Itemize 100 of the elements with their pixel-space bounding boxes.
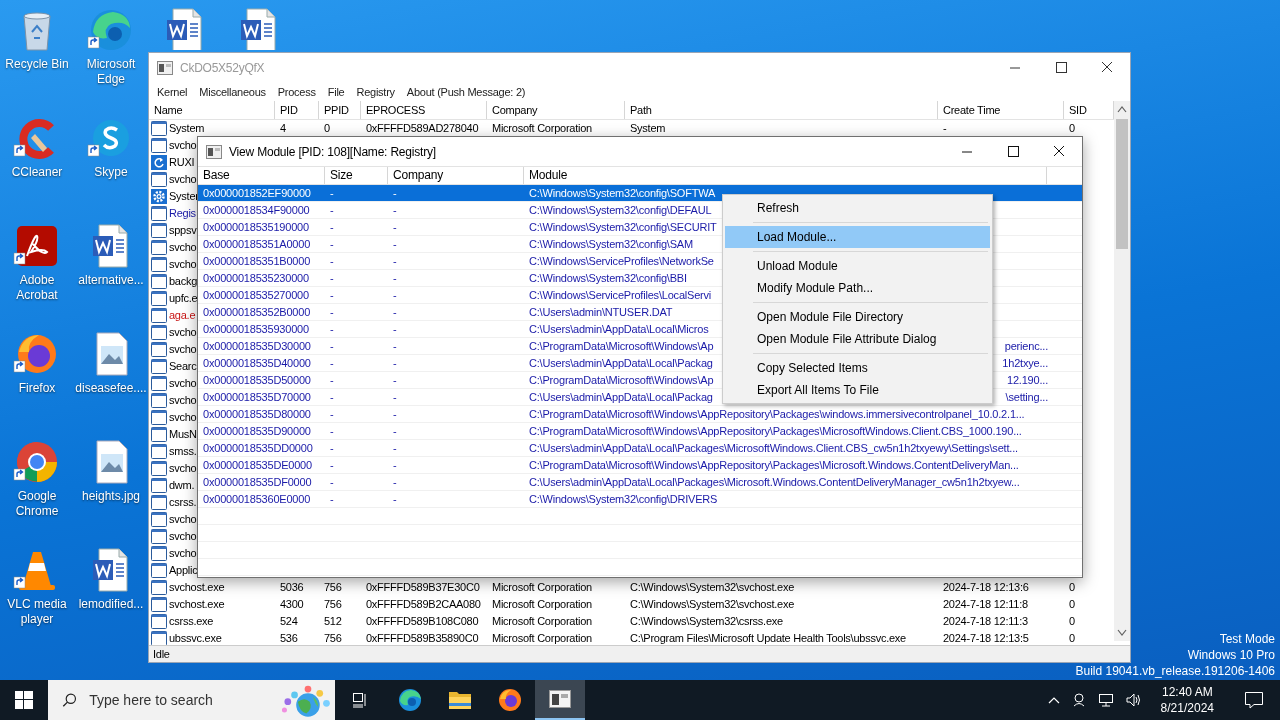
process-name: svcho: [169, 240, 197, 255]
icon-label: alternative...: [78, 273, 144, 288]
table-cell-text: 512: [323, 614, 343, 629]
process-name: sppsv: [169, 223, 197, 238]
table-cell-text: 0x0000018535DF0000: [202, 475, 313, 490]
window-icon: [151, 546, 167, 561]
process-name: csrss.exe: [169, 614, 214, 629]
process-name: System: [169, 121, 205, 136]
window-icon: [151, 206, 167, 221]
column-header[interactable]: Size: [325, 167, 388, 184]
table-cell-text: C:\Windows\System32\config\DEFAUL: [529, 203, 713, 218]
column-header[interactable]: Name: [149, 101, 275, 119]
menu-item[interactable]: Miscellaneous: [193, 85, 272, 98]
table-cell-text: -: [329, 271, 335, 286]
search-icon: [62, 691, 78, 709]
browser-icon[interactable]: [498, 688, 522, 712]
icon-label: Google Chrome: [14, 489, 60, 519]
table-cell-text: System: [629, 121, 667, 136]
browser-icon[interactable]: [398, 688, 422, 712]
table-cell-text: C:\Users\admin\AppData\Local\Micros: [529, 322, 710, 337]
search-field[interactable]: Type here to search: [48, 680, 335, 720]
table-cell-text: C:\Users\admin\AppData\Local\Packages\MicrosoftWindows.Client.CBS_cw5n1h2txyewy\Settings\sett...: [529, 441, 1019, 456]
column-header[interactable]: Company: [388, 167, 524, 184]
table-cell-text: 0x0000018535DD0000: [202, 441, 314, 456]
table-cell-text: 0: [1068, 631, 1076, 645]
table-cell-text: 0x0000018535190000: [202, 220, 310, 235]
table-cell-text: 1h2txye...: [1002, 356, 1049, 371]
table-cell-text: -: [329, 356, 335, 371]
table-cell-text: C:\Windows\System32\svchost.exe: [629, 597, 796, 612]
column-header[interactable]: EPROCESS: [361, 101, 487, 119]
process-name: MusN: [169, 427, 197, 442]
network-icon[interactable]: [1096, 692, 1115, 708]
speaker-icon[interactable]: [1124, 692, 1143, 708]
start-button[interactable]: [15, 691, 33, 709]
process-name: Regis: [169, 206, 196, 221]
column-header[interactable]: Base: [198, 167, 325, 184]
table-cell-text: Microsoft Corporation: [491, 597, 593, 612]
window-icon: [151, 495, 167, 510]
menu-item[interactable]: Process: [271, 85, 322, 98]
table-cell-text: \setting...: [1005, 390, 1049, 405]
module-row[interactable]: 0x0000018535DD0000 - - C:\Users\admin\AppData\Local\Packages\MicrosoftWindows.Client.CBS_cw5n1h2txyewy\Settings\sett...: [198, 440, 1082, 457]
table-cell-text: C:\Windows\System32\config\SAM: [529, 237, 694, 252]
column-header[interactable]: PPID: [319, 101, 361, 119]
table-cell-text: 0: [1068, 614, 1076, 629]
table-cell-text: Microsoft Corporation: [491, 121, 593, 136]
menu-item[interactable]: File: [321, 85, 351, 98]
module-row[interactable]: 0x0000018535DF0000 - - C:\Users\admin\AppData\Local\Packages\Microsoft.Windows.ContentDeliveryManager_cw5n1h2txyew...: [198, 474, 1082, 491]
table-cell-text: -: [392, 203, 398, 218]
table-cell-text: C:\Users\admin\AppData\Local\Packag: [529, 356, 714, 371]
app-window-icon[interactable]: [549, 690, 571, 708]
module-row[interactable]: 0x0000018535D90000 - - C:\ProgramData\Microsoft\Windows\AppRepository\Packages\MicrosoftWindows.Client.CBS_1000.190...: [198, 423, 1082, 440]
table-cell-text: 0x0000018535D50000: [202, 373, 312, 388]
window-icon: [151, 444, 167, 459]
system-watermark-text: Windows 10 Pro: [1187, 647, 1275, 663]
menu-item[interactable]: Kernel: [151, 85, 194, 98]
table-cell-text: 756: [323, 631, 343, 645]
table-cell-text: -: [392, 441, 398, 456]
column-header[interactable]: Module: [524, 167, 1047, 184]
table-cell-text: 0x00000185351A0000: [202, 237, 312, 252]
menu-item[interactable]: About (Push Message: 2): [400, 85, 532, 98]
table-cell-text: 0xFFFFD589B35890C0: [365, 631, 480, 645]
table-cell-text: Microsoft Corporation: [491, 631, 593, 645]
module-row[interactable]: 0x0000018535DE0000 - - C:\ProgramData\Microsoft\Windows\AppRepository\Packages\Microsoft.Windows.ContentDeliveryMan...: [198, 457, 1082, 474]
process-name: svcho: [169, 138, 197, 153]
table-cell-text: C:\Program Files\Microsoft Update Health Tools\ubssvc.exe: [629, 631, 907, 645]
table-cell-text: 0x0000018534F90000: [202, 203, 311, 218]
window-icon: [151, 257, 167, 272]
module-row[interactable]: 0x0000018535D80000 - - C:\ProgramData\Microsoft\Windows\AppRepository\Packages\windows.immersivecontrolpanel_10.0.2.1...: [198, 406, 1082, 423]
table-cell-text: 0x00000185351B0000: [202, 254, 312, 269]
table-cell-text: 0: [1068, 597, 1076, 612]
window-icon: [151, 614, 167, 629]
table-cell-text: -: [392, 254, 398, 269]
table-cell-text: 0x0000018535DE0000: [202, 458, 313, 473]
table-cell-text: -: [392, 475, 398, 490]
icon-label: Firefox: [18, 381, 56, 396]
column-header[interactable]: Create Time: [938, 101, 1064, 119]
notification-icon[interactable]: [1244, 691, 1264, 709]
table-cell-text: -: [392, 373, 398, 388]
column-header[interactable]: Path: [625, 101, 938, 119]
process-name: svcho: [169, 325, 197, 340]
menu-item[interactable]: Registry: [350, 85, 401, 98]
column-header[interactable]: Company: [487, 101, 625, 119]
folder-icon[interactable]: [448, 689, 472, 711]
table-cell-text: -: [392, 356, 398, 371]
app-icon: [157, 60, 173, 75]
window-icon: [151, 563, 167, 578]
window-icon: [151, 121, 167, 136]
icon-label: Skype: [94, 165, 128, 180]
table-cell-text: C:\Users\admin\NTUSER.DAT: [529, 305, 674, 320]
table-cell-text: C:\Windows\System32\config\BBI: [529, 271, 688, 286]
table-cell-text: -: [329, 407, 335, 422]
table-cell-text: C:\Windows\System32\config\DRIVERS: [529, 492, 719, 507]
process-name: svcho: [169, 393, 197, 408]
table-cell-text: 0x00000185360E0000: [202, 492, 312, 507]
menu-item[interactable]: Load Module...: [725, 226, 990, 248]
column-header[interactable]: PID: [275, 101, 319, 119]
window-icon: [151, 325, 167, 340]
search-input[interactable]: Type here to search: [87, 691, 262, 709]
icon-label: Recycle Bin: [5, 57, 69, 72]
table-cell-text: -: [392, 220, 398, 235]
